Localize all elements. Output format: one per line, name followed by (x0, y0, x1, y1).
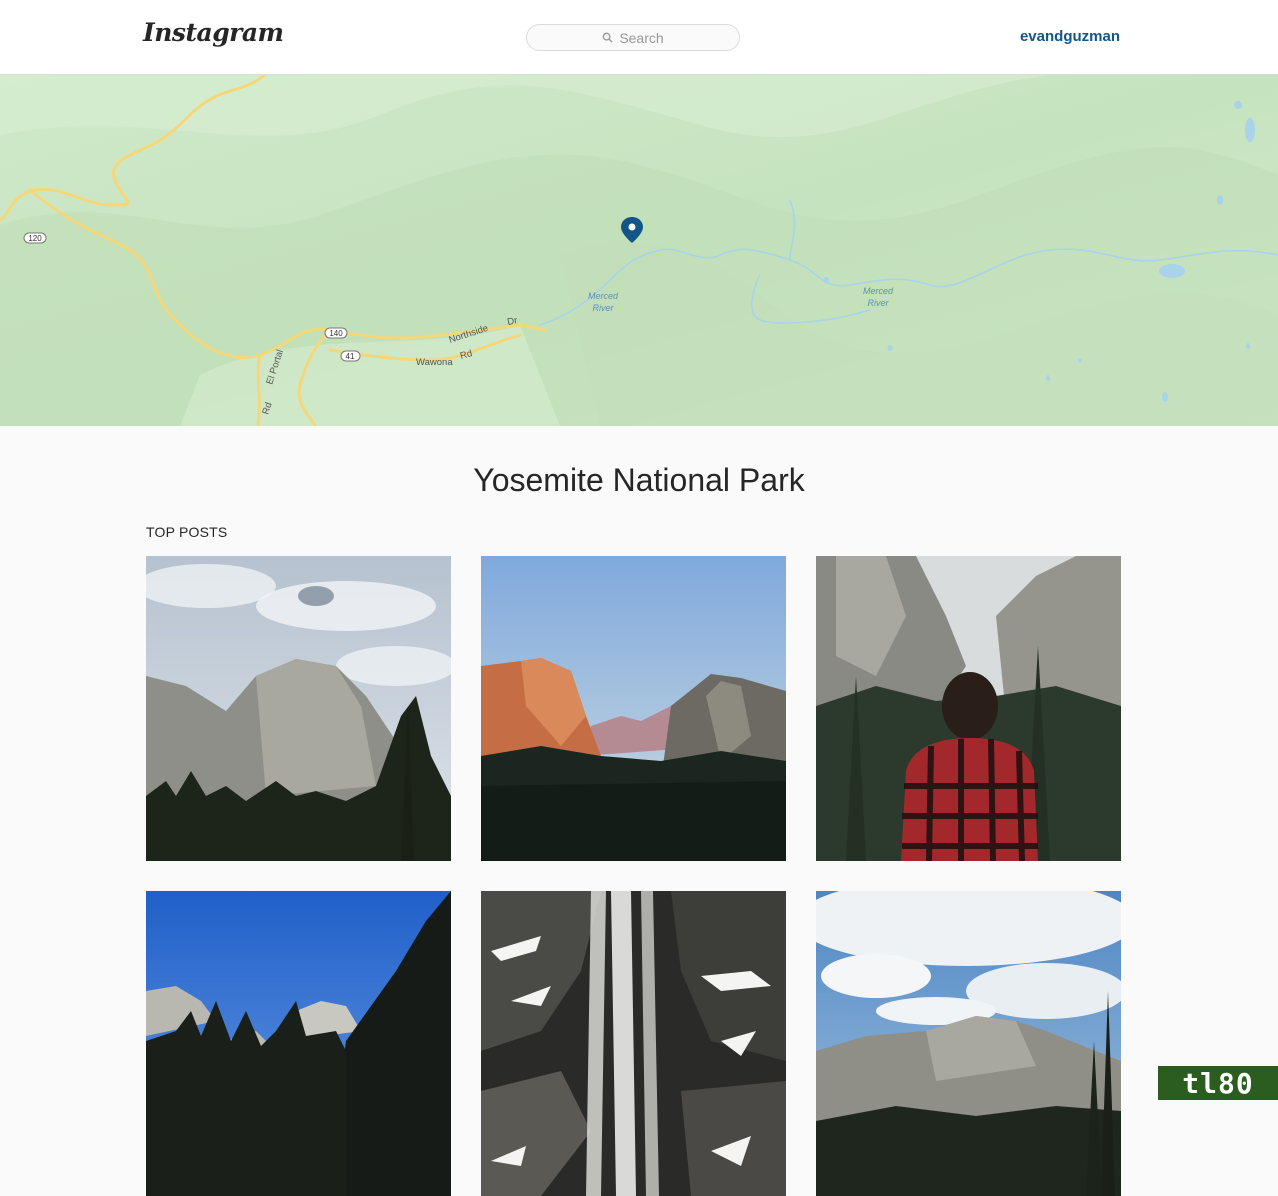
instagram-logo[interactable]: Instagram (143, 18, 284, 47)
label-merced-2: Merced (863, 286, 894, 296)
post-grid (146, 556, 1121, 1196)
post-thumbnail-2[interactable] (481, 556, 786, 861)
photo-person-plaid (816, 556, 1121, 861)
photo-tunnel-view (481, 556, 786, 861)
map-canvas: 120 140 41 Northside Dr Wawona Rd El Por… (0, 75, 1278, 426)
location-title: Yosemite National Park (473, 462, 805, 498)
label-merced-1: Merced (588, 291, 619, 301)
username-link[interactable]: evandguzman (1020, 28, 1120, 45)
post-thumbnail-3[interactable] (816, 556, 1121, 861)
post-thumbnail-1[interactable] (146, 556, 451, 861)
label-river-2: River (867, 298, 889, 308)
top-posts-label: TOP POSTS (146, 524, 228, 540)
location-map[interactable]: 120 140 41 Northside Dr Wawona Rd El Por… (0, 75, 1278, 426)
top-nav-bar: Instagram Search evandguzman (0, 0, 1278, 75)
label-river-1: River (592, 303, 614, 313)
photo-el-capitan (146, 556, 451, 861)
shield-120: 120 (28, 234, 42, 243)
label-wawona: Wawona (416, 357, 453, 368)
watermark-logo: tl80 (1158, 1066, 1278, 1100)
post-thumbnail-6[interactable] (816, 891, 1121, 1196)
search-placeholder: Search (619, 29, 664, 46)
post-thumbnail-4[interactable] (146, 891, 451, 1196)
photo-waterfall (481, 891, 786, 1196)
search-input[interactable]: Search (526, 24, 740, 51)
photo-half-dome (146, 891, 451, 1196)
shield-41: 41 (346, 352, 355, 361)
search-icon (602, 32, 613, 43)
shield-140: 140 (329, 329, 343, 338)
post-thumbnail-5[interactable] (481, 891, 786, 1196)
photo-valley-clouds (816, 891, 1121, 1196)
